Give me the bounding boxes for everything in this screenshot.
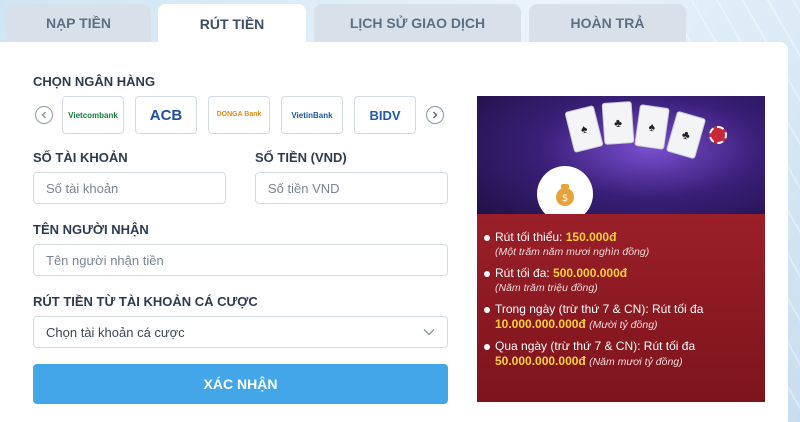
bullet-icon: [484, 235, 490, 241]
rule-next-day: Qua ngày (trừ thứ 7 & CN): Rút tối đa 50…: [495, 339, 696, 368]
bank-option-acb[interactable]: ACB: [135, 96, 197, 134]
vietcombank-logo: Vietcombank: [68, 110, 118, 120]
playing-card-icon: ♠: [634, 104, 670, 150]
account-number-label: SỐ TÀI KHOẢN: [33, 150, 128, 165]
bullet-icon: [484, 271, 490, 277]
promo-artwork: ♠ ♣ ♠ ♣ $: [477, 96, 765, 226]
promo-banner: ♠ ♣ ♠ ♣ $ Rút tối thiểu: 150.000đ (Một t…: [477, 96, 765, 402]
vietinbank-logo: VietinBank: [291, 110, 333, 120]
source-account-select[interactable]: Chọn tài khoản cá cược: [33, 316, 448, 348]
bank-prev-button[interactable]: [35, 106, 53, 124]
playing-card-icon: ♣: [665, 110, 707, 160]
source-account-label: RÚT TIỀN TỪ TÀI KHOẢN CÁ CƯỢC: [33, 294, 258, 309]
source-account-value: Chọn tài khoản cá cược: [46, 324, 185, 340]
amount-label: SỐ TIỀN (VND): [255, 150, 347, 165]
recipient-label: TÊN NGƯỜI NHẬN: [33, 222, 149, 237]
chevron-right-icon: [432, 111, 438, 119]
bank-option-vietcombank[interactable]: Vietcombank: [62, 96, 124, 134]
chevron-down-icon: [423, 328, 435, 336]
tab-hoan-tra[interactable]: HOÀN TRẢ: [529, 4, 686, 42]
bank-section-label: CHỌN NGÂN HÀNG: [33, 74, 156, 89]
bullet-icon: [484, 344, 490, 350]
svg-text:$: $: [562, 193, 568, 204]
bullet-icon: [484, 307, 490, 313]
recipient-input[interactable]: [33, 244, 448, 276]
bank-option-vietinbank[interactable]: VietinBank: [281, 96, 343, 134]
rule-min: Rút tối thiểu: 150.000đ (Một trăm năm mư…: [495, 230, 650, 258]
rule-max: Rút tối đa: 500.000.000đ (Năm trăm triệu…: [495, 266, 628, 294]
chip-icon: [709, 126, 727, 144]
bidv-logo: BIDV: [369, 107, 401, 123]
acb-logo: ACB: [149, 106, 183, 124]
playing-card-icon: ♠: [564, 104, 604, 154]
tab-rut-tien[interactable]: RÚT TIỀN: [158, 4, 306, 44]
donga-logo: DONGA Bank: [216, 111, 262, 118]
confirm-button[interactable]: XÁC NHẬN: [33, 364, 448, 404]
bank-option-bidv[interactable]: BIDV: [354, 96, 416, 134]
bank-next-button[interactable]: [426, 106, 444, 124]
tab-bar: NẠP TIỀN RÚT TIỀN LỊCH SỬ GIAO DỊCH HOÀN…: [0, 0, 800, 44]
tab-lich-su-giao-dich[interactable]: LỊCH SỬ GIAO DỊCH: [314, 4, 521, 42]
playing-card-icon: ♣: [601, 101, 635, 145]
tab-nap-tien[interactable]: NẠP TIỀN: [6, 4, 151, 42]
account-number-input[interactable]: [33, 172, 226, 204]
promo-rules: Rút tối thiểu: 150.000đ (Một trăm năm mư…: [477, 214, 765, 402]
amount-input[interactable]: [255, 172, 448, 204]
bank-option-donga[interactable]: DONGA Bank: [208, 96, 270, 134]
rule-same-day: Trong ngày (trừ thứ 7 & CN): Rút tối đa …: [495, 302, 704, 331]
chevron-left-icon: [41, 111, 47, 119]
